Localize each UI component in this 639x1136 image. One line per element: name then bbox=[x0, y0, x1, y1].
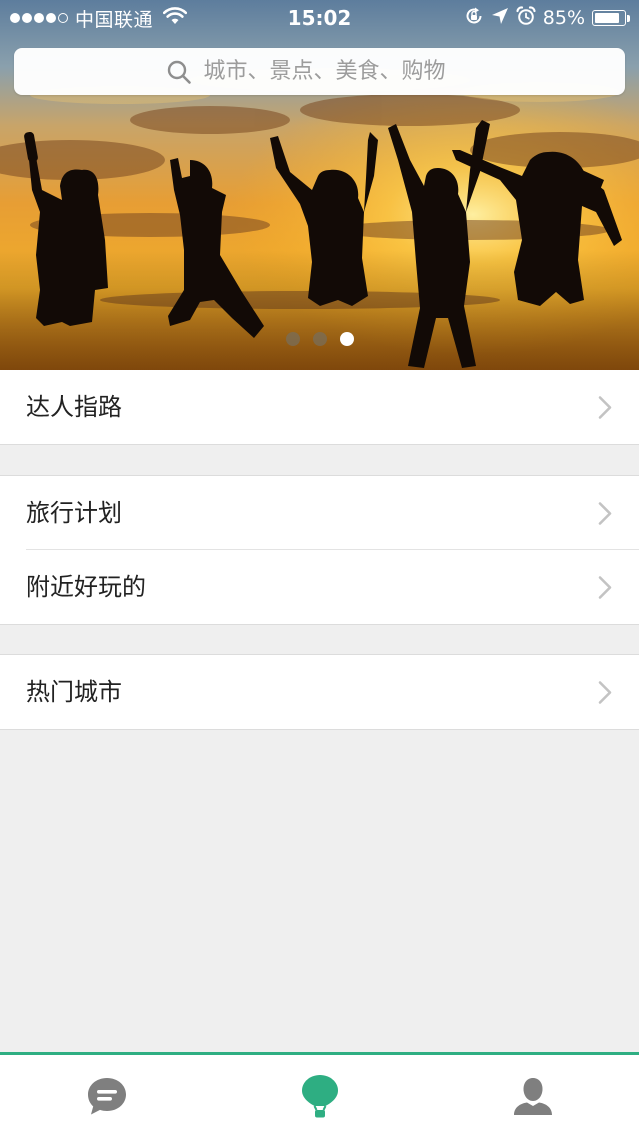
tab-profile[interactable] bbox=[426, 1055, 639, 1136]
battery-percentage: 85% bbox=[542, 7, 585, 29]
chevron-right-icon bbox=[598, 502, 612, 525]
search-input[interactable] bbox=[203, 59, 474, 84]
status-right: 85% bbox=[464, 5, 630, 31]
alarm-icon bbox=[516, 5, 536, 31]
tab-messages[interactable] bbox=[0, 1055, 213, 1136]
app-screen: 中国联通 15:02 85% 城市、景点、美食、购物 达人指路 旅行计划 附近好… bbox=[0, 0, 639, 1136]
pager-dot[interactable] bbox=[285, 332, 300, 346]
battery-body bbox=[592, 10, 626, 26]
chevron-right-icon bbox=[598, 396, 612, 419]
user-icon bbox=[513, 1077, 552, 1115]
banner-pager[interactable] bbox=[0, 332, 639, 346]
balloon-icon bbox=[301, 1074, 338, 1117]
battery-fill bbox=[595, 13, 619, 23]
group-divider bbox=[0, 444, 639, 445]
pager-dot-active[interactable] bbox=[339, 332, 354, 346]
group-divider bbox=[0, 729, 639, 730]
menu-item-label: 达人指路 bbox=[26, 393, 122, 421]
menu-item-travel-plan[interactable]: 旅行计划 bbox=[0, 476, 639, 550]
status-bar: 中国联通 15:02 85% bbox=[0, 0, 639, 36]
chevron-right-icon bbox=[598, 681, 612, 704]
menu-item-popular-cities[interactable]: 热门城市 bbox=[0, 655, 639, 729]
battery-icon bbox=[592, 10, 630, 26]
group-divider bbox=[0, 624, 639, 625]
chat-bubble-icon bbox=[87, 1077, 126, 1114]
search-bar[interactable] bbox=[14, 48, 625, 95]
search-icon bbox=[166, 59, 192, 85]
tab-explore[interactable] bbox=[213, 1055, 426, 1136]
menu-item-label: 旅行计划 bbox=[26, 499, 122, 527]
orientation-lock-icon bbox=[464, 6, 484, 31]
menu-item-label: 附近好玩的 bbox=[26, 573, 146, 601]
location-arrow-icon bbox=[491, 7, 509, 30]
tab-bar bbox=[0, 1052, 639, 1136]
menu-item-nearby-fun[interactable]: 附近好玩的 bbox=[0, 550, 639, 624]
chevron-right-icon bbox=[598, 576, 612, 599]
menu-item-experts-guide[interactable]: 达人指路 bbox=[0, 370, 639, 444]
menu-item-label: 热门城市 bbox=[26, 678, 122, 706]
pager-dot[interactable] bbox=[312, 332, 327, 346]
battery-tip bbox=[627, 14, 630, 22]
